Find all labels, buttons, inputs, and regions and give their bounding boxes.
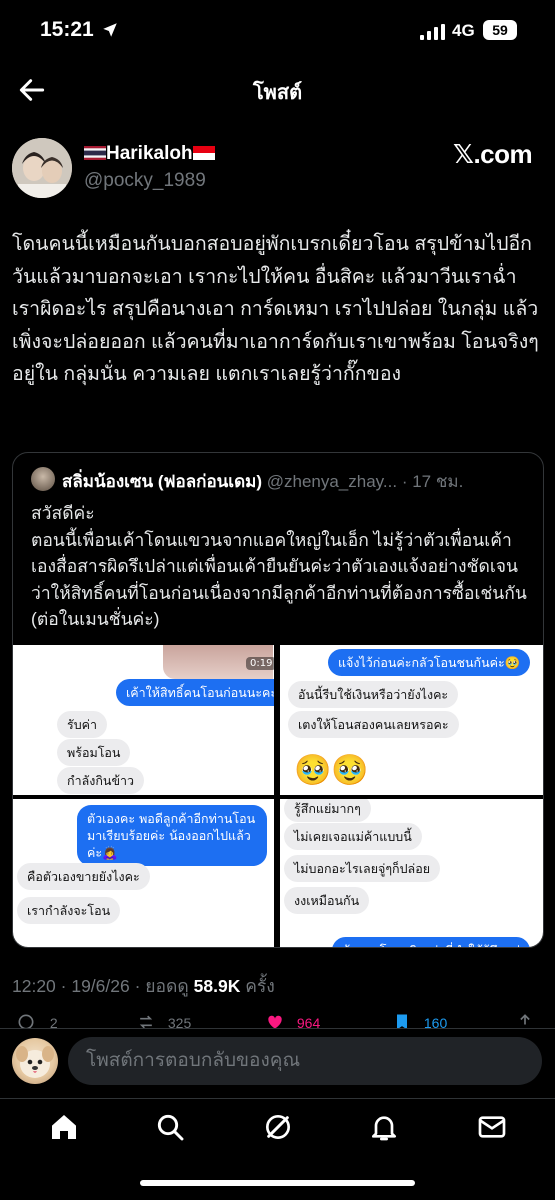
author-handle[interactable]: @pocky_1989 [84,170,206,192]
video-duration: 0:19 [246,657,274,670]
chat-bubble-sent: ตัวเองคะ พอดีลูกค้าอีกท่านโอนมาเรียบร้อย… [77,805,267,866]
chat-bubble-received: อันนี้รีบใช้เงินหรือว่ายังไงคะ [288,681,459,708]
status-time: 15:21 [40,18,94,41]
post-body: โดนคนนี้เหมือนกันบอกสอบอยู่พักเบรกเดี๋ยว… [12,233,539,385]
quoted-author-handle: @zhenya_zhay... [266,472,398,491]
location-arrow-icon [103,23,117,37]
chat-bubble-received: รู้สึกแย่มากๆ [284,799,371,822]
network-type: 4G [452,21,475,40]
battery-indicator: 59 [483,20,517,40]
bottom-navigation [0,1098,555,1158]
thailand-flag-icon [84,146,106,160]
notifications-bell-icon[interactable] [368,1111,400,1143]
status-bar: 15:21 4G 59 [0,0,555,62]
chat-bubble-sent: เค้าให้สิทธิ์คนโอนก่อนนะคะ❤️ [116,679,274,706]
chat-bubble-received: เรากำลังจะโอน [17,897,121,924]
chat-bubble-received: คือตัวเองขายยังไงคะ [17,863,150,890]
post-timestamp: 12:20 · 19/6/26 · ยอดดู [12,976,194,996]
indonesia-flag-icon [192,146,215,160]
chat-bubble-received: กำลังกินข้าว [57,767,145,794]
quoted-author-avatar [31,467,55,491]
emoji-sticker: 🥹🥹 [294,754,369,787]
search-icon[interactable] [154,1111,186,1143]
quoted-post-body: สวัสดีค่ะ ตอนนี้เพื่อนเค้าโดนแขวนจากแอคใ… [31,503,527,629]
quoted-author-name: สลิ่มน้องเซน (ฟอลก่อนเดม) [62,472,262,491]
quoted-post[interactable]: สลิ่มน้องเซน (ฟอลก่อนเดม) @zhenya_zhay..… [12,452,544,948]
post-meta: 12:20 · 19/6/26 · ยอดดู 58.9K ครั้ง [12,972,275,1000]
author-avatar[interactable] [12,138,72,198]
chat-bubble-received: ไม่เคยเจอแม่ค้าแบบนี้ [284,823,422,850]
quoted-post-time: · 17 ชม. [401,472,464,491]
messages-envelope-icon[interactable] [476,1111,508,1143]
reply-composer: โพสต์การตอบกลับของคุณ [0,1028,555,1098]
view-count-suffix: ครั้ง [240,976,275,996]
top-bar: โพสต์ [0,62,555,118]
chat-bubble-received: เตงให้โอนสองคนเลยหรอคะ [288,711,459,738]
chat-bubble-received: ไม่บอกอะไรเลยจู่ๆก็ปล่อย [284,855,441,882]
chat-bubble-sent: ต้องขอโทษจริงๆค่ะที่ทำให้รู้สึกแย่ [332,937,531,947]
page-title: โพสต์ [252,82,303,104]
cellular-signal-icon [420,24,445,40]
author-name[interactable]: Harikaloh [84,143,215,165]
home-indicator [140,1180,415,1186]
chat-screenshot-2[interactable]: แจ้งไว้ก่อนค่ะกลัวโอนชนกันค่ะ🥹 อันนี้รีบ… [280,645,543,795]
chat-bubble-received: งงเหมือนกัน [284,887,370,914]
x-watermark: 𝕏.com [453,139,533,169]
quoted-post-header: สลิ่มน้องเซน (ฟอลก่อนเดม) @zhenya_zhay..… [62,468,532,495]
chat-bubble-sent: แจ้งไว้ก่อนค่ะกลัวโอนชนกันค่ะ🥹 [328,649,531,676]
view-count: 58.9K [193,976,241,996]
chat-bubble-received: พร้อมโอน [57,739,131,766]
chat-screenshot-1[interactable]: 0:19 เค้าให้สิทธิ์คนโอนก่อนนะคะ❤️ รับค่า… [13,645,274,795]
reply-input[interactable]: โพสต์การตอบกลับของคุณ [68,1037,542,1085]
quoted-media-grid[interactable]: 0:19 เค้าให้สิทธิ์คนโอนก่อนนะคะ❤️ รับค่า… [13,645,543,947]
chat-screenshot-4[interactable]: รู้สึกแย่มากๆ ไม่เคยเจอแม่ค้าแบบนี้ ไม่บ… [280,799,543,947]
author-name-text: Harikaloh [106,143,193,164]
chat-screenshot-3[interactable]: ตัวเองคะ พอดีลูกค้าอีกท่านโอนมาเรียบร้อย… [13,799,274,947]
chat-bubble-received: รับค่า [57,711,108,738]
my-avatar[interactable] [12,1038,58,1084]
grok-icon[interactable] [262,1111,294,1143]
home-icon[interactable] [48,1111,80,1143]
